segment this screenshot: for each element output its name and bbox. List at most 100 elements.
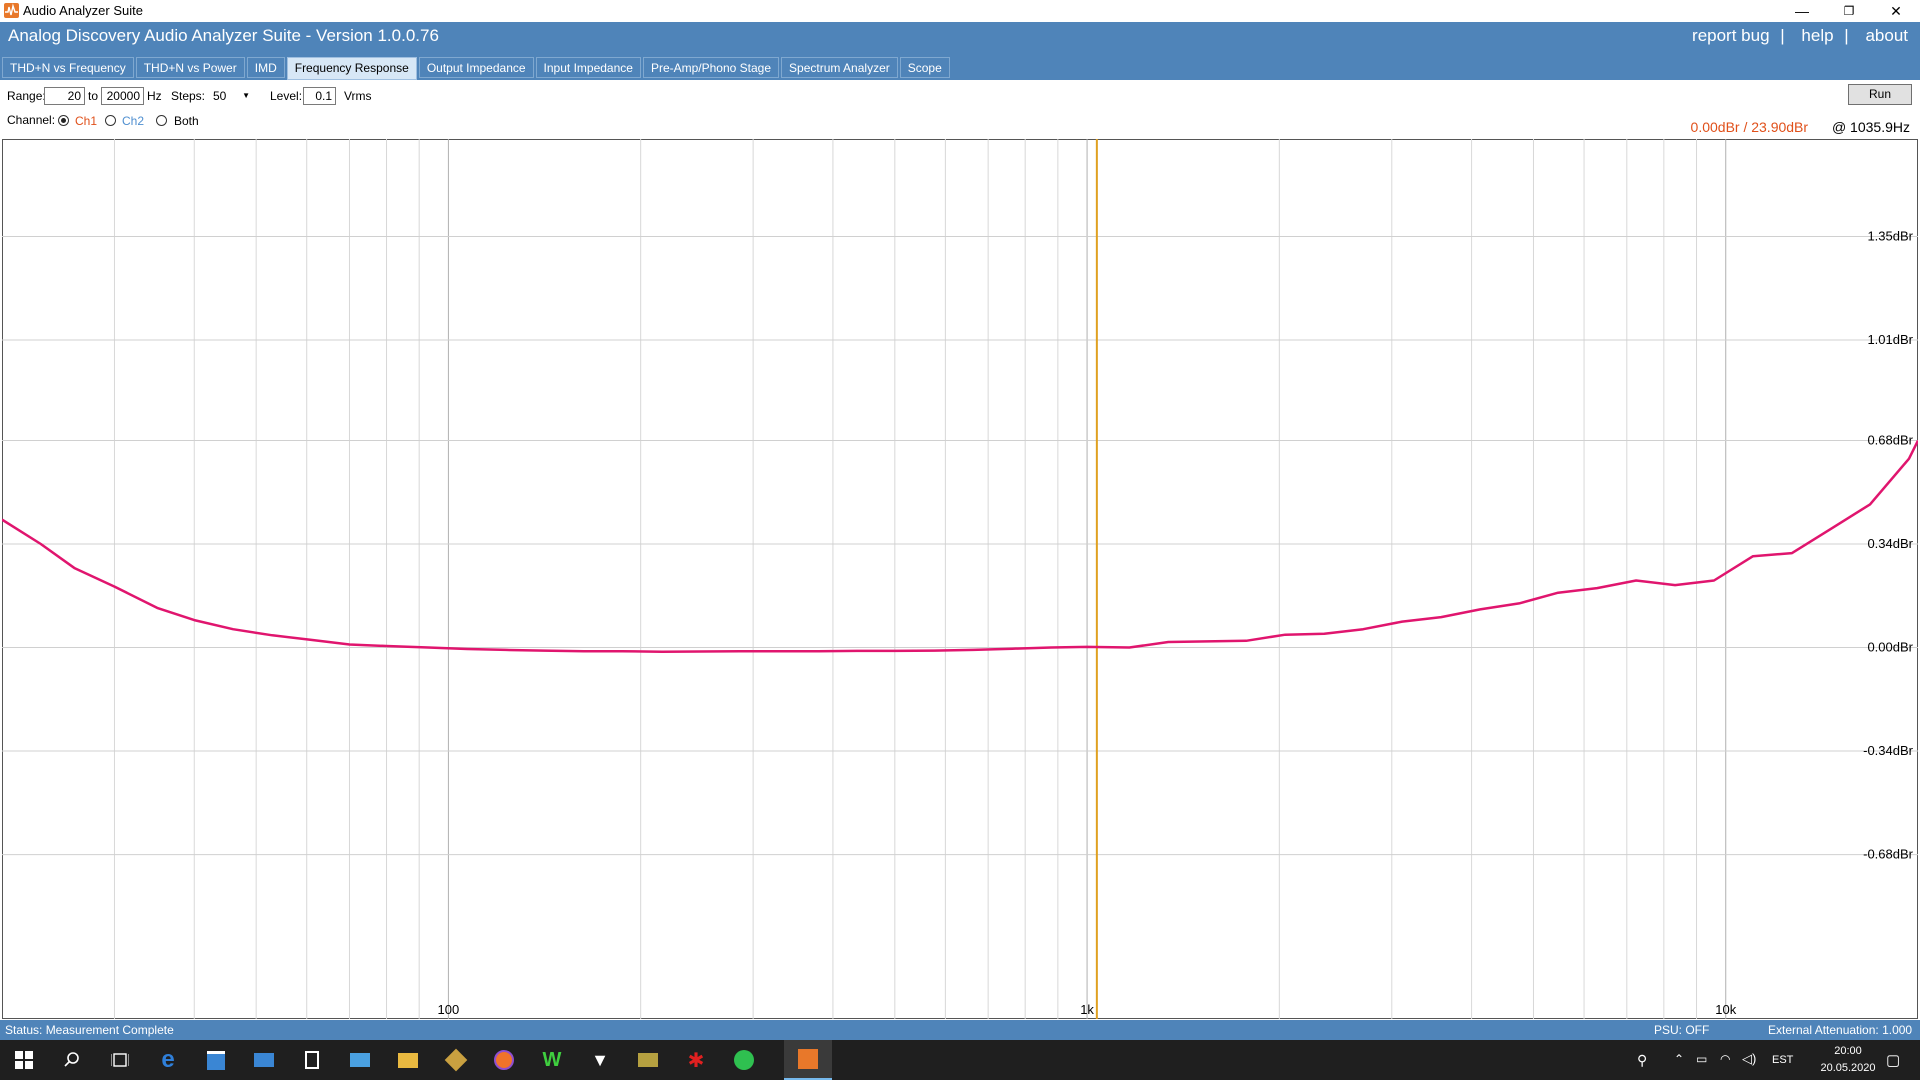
whatsapp-app[interactable]	[720, 1040, 768, 1080]
clock-date[interactable]: 20.05.2020	[1818, 1062, 1878, 1074]
y-tick-label: 1.35dBr	[1867, 228, 1913, 243]
ch1-label: Ch1	[75, 114, 98, 128]
mail-app[interactable]	[240, 1040, 288, 1080]
psu-status: PSU: OFF	[1654, 1023, 1710, 1037]
range-from-input[interactable]: 20	[44, 87, 85, 105]
tab-input-impedance[interactable]: Input Impedance	[535, 57, 641, 78]
channel-label: Channel:	[7, 113, 56, 127]
range-to-input[interactable]: 20000	[101, 87, 144, 105]
steps-select[interactable]: 50 ▼	[210, 87, 252, 105]
vrms-label: Vrms	[344, 89, 372, 103]
both-label: Both	[174, 114, 199, 128]
edge-icon: e	[161, 1046, 175, 1073]
ch1-radio[interactable]	[58, 115, 69, 126]
chevron-up-icon[interactable]: ⌃	[1674, 1052, 1684, 1066]
link-separator: |	[1844, 26, 1849, 45]
calculator-app[interactable]	[288, 1040, 336, 1080]
status-bar: Status: Measurement Complete PSU: OFF Ex…	[0, 1020, 1920, 1040]
battery-icon[interactable]: ▭	[1696, 1052, 1707, 1066]
y-tick-label: 0.68dBr	[1867, 432, 1913, 447]
cleaner-icon	[444, 1048, 468, 1072]
frequency-response-chart[interactable]: 1.35dBr 1.01dBr 0.68dBr 0.34dBr 0.00dBr -0.34…	[2, 139, 1918, 1019]
file-explorer-app[interactable]	[384, 1040, 432, 1080]
x-tick-label: 10k	[1715, 1002, 1736, 1017]
close-button[interactable]: ✕	[1874, 0, 1918, 22]
about-link[interactable]: about	[1865, 26, 1908, 45]
y-tick-label: 0.00dBr	[1867, 640, 1913, 655]
photos-app[interactable]	[336, 1040, 384, 1080]
plot-frame	[2, 139, 1918, 1019]
task-view-icon	[111, 1053, 129, 1067]
clock-time[interactable]: 20:00	[1818, 1045, 1878, 1057]
x-tick-label: 100	[438, 1002, 460, 1017]
status-text: Status: Measurement Complete	[5, 1023, 174, 1037]
tab-spectrum-analyzer[interactable]: Spectrum Analyzer	[781, 57, 898, 78]
firefox-app[interactable]	[480, 1040, 528, 1080]
wolf-app[interactable]: ▼	[576, 1040, 624, 1080]
edge-app[interactable]: e	[144, 1040, 192, 1080]
audio-analyzer-icon	[798, 1049, 818, 1069]
both-radio[interactable]	[156, 115, 167, 126]
ch2-label: Ch2	[122, 114, 145, 128]
whatsapp-icon	[734, 1050, 754, 1070]
notification-icon[interactable]: ▢	[1886, 1051, 1900, 1069]
external-attenuation: External Attenuation: 1.000	[1768, 1023, 1913, 1037]
search-icon	[64, 1052, 79, 1067]
header-links: report bug | help | about	[1686, 26, 1908, 46]
level-input[interactable]: 0.1	[303, 87, 336, 105]
close-icon: ✕	[1890, 3, 1902, 19]
controls-panel: Range: 20 to 20000 Hz Steps: 50 ▼ Level:…	[0, 84, 1920, 139]
y-tick-label: -0.34dBr	[1863, 743, 1914, 758]
search-button[interactable]	[48, 1040, 96, 1080]
people-icon[interactable]: ⚲	[1637, 1052, 1647, 1069]
photos-icon	[350, 1053, 370, 1067]
start-button[interactable]	[0, 1040, 48, 1080]
window-titlebar: Audio Analyzer Suite — ❐ ✕	[0, 0, 1920, 22]
tab-pre-amp-phono-stage[interactable]: Pre-Amp/Phono Stage	[642, 57, 780, 78]
tab-output-impedance[interactable]: Output Impedance	[418, 57, 534, 78]
task-view-button[interactable]	[96, 1040, 144, 1080]
tab-frequency-response[interactable]: Frequency Response	[286, 57, 417, 80]
cursor-readout: 0.00dBr / 23.90dBr @ 1035.9Hz	[1691, 119, 1910, 135]
level-label: Level:	[270, 89, 303, 103]
game-icon: ✱	[687, 1049, 705, 1072]
wolf-icon: ▼	[591, 1049, 609, 1070]
winamp-app[interactable]: W	[528, 1040, 576, 1080]
volume-icon[interactable]: ◁)	[1742, 1051, 1756, 1067]
readout-value: 0.00dBr / 23.90dBr	[1690, 119, 1809, 135]
help-link[interactable]: help	[1801, 26, 1833, 45]
winamp-icon: W	[542, 1048, 562, 1071]
y-tick-label: 0.34dBr	[1867, 536, 1913, 551]
chevron-down-icon: ▼	[242, 91, 250, 100]
run-button[interactable]: Run	[1848, 84, 1912, 105]
to-label: to	[88, 89, 99, 103]
steps-value: 50	[213, 89, 227, 103]
start-icon	[15, 1051, 33, 1069]
store-app[interactable]	[192, 1040, 240, 1080]
app-header: Analog Discovery Audio Analyzer Suite - …	[0, 22, 1920, 80]
audio-analyzer-app[interactable]	[784, 1040, 832, 1080]
tab-scope[interactable]: Scope	[899, 57, 950, 78]
ch2-radio[interactable]	[105, 115, 116, 126]
money-app[interactable]	[624, 1040, 672, 1080]
tab-thdn-vs-power[interactable]: THD+N vs Power	[135, 57, 245, 78]
report-bug-link[interactable]: report bug	[1692, 26, 1770, 45]
wifi-icon[interactable]: ◠	[1720, 1052, 1730, 1066]
cleaner-app[interactable]	[432, 1040, 480, 1080]
tab-bar: THD+N vs Frequency THD+N vs Power IMD Fr…	[2, 57, 952, 80]
calculator-icon	[305, 1051, 319, 1069]
readout-frequency: @ 1035.9Hz	[1831, 119, 1910, 135]
x-tick-label: 1k	[1080, 1002, 1094, 1017]
game-app[interactable]: ✱	[672, 1040, 720, 1080]
y-tick-label: 1.01dBr	[1867, 332, 1913, 347]
mail-icon	[254, 1053, 274, 1067]
firefox-icon	[494, 1050, 514, 1070]
link-separator: |	[1780, 26, 1785, 45]
minimize-button[interactable]: —	[1780, 0, 1824, 22]
window-title: Audio Analyzer Suite	[23, 3, 143, 18]
tab-imd[interactable]: IMD	[246, 57, 285, 78]
app-title: Analog Discovery Audio Analyzer Suite - …	[8, 26, 439, 45]
maximize-button[interactable]: ❐	[1827, 0, 1871, 22]
tab-thdn-vs-frequency[interactable]: THD+N vs Frequency	[2, 57, 134, 78]
language-indicator[interactable]: EST	[1772, 1054, 1793, 1066]
